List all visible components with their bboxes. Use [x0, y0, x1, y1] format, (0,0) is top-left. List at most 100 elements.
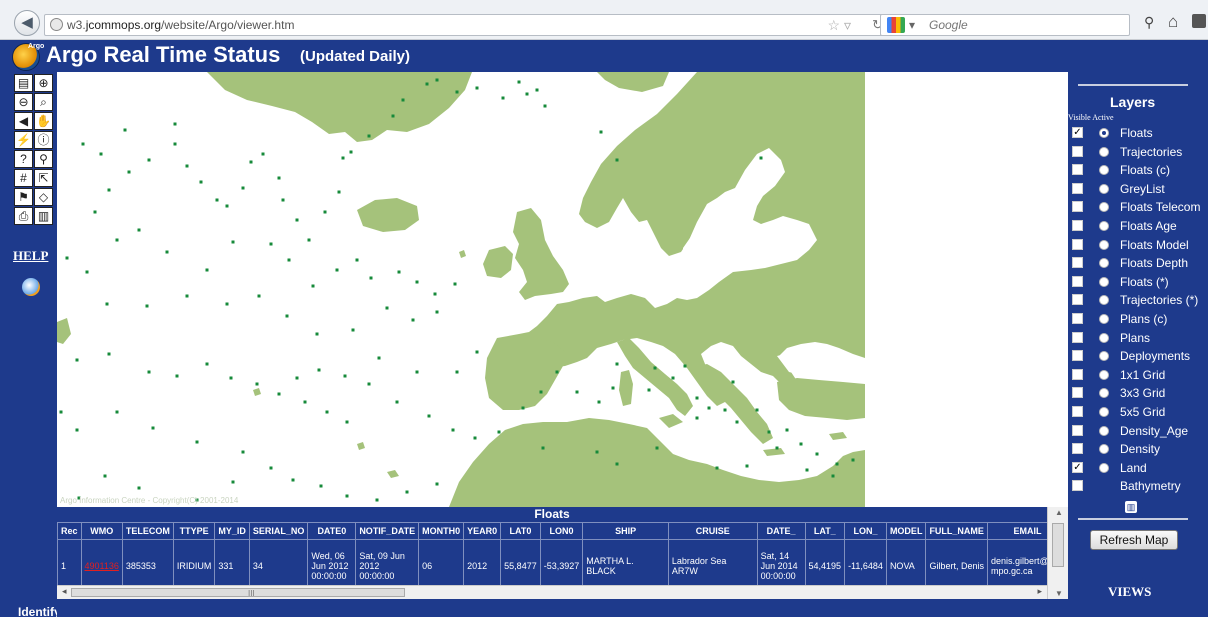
float-marker[interactable]: [285, 314, 289, 318]
float-marker[interactable]: [647, 388, 651, 392]
pan-hand-icon[interactable]: ✋: [34, 112, 53, 130]
layer-active-radio[interactable]: [1099, 444, 1109, 455]
float-marker[interactable]: [655, 446, 659, 450]
float-marker[interactable]: [145, 304, 149, 308]
layer-active-radio[interactable]: [1099, 295, 1109, 306]
float-marker[interactable]: [435, 78, 439, 82]
float-marker[interactable]: [257, 294, 261, 298]
float-marker[interactable]: [123, 128, 127, 132]
layer-active-radio[interactable]: [1099, 221, 1109, 231]
column-header-lat0[interactable]: LAT0: [500, 522, 541, 540]
float-marker[interactable]: [759, 156, 763, 160]
lightning-icon[interactable]: ⚡: [14, 131, 33, 149]
float-marker[interactable]: [295, 376, 299, 380]
layer-active-radio[interactable]: [1099, 146, 1109, 157]
float-marker[interactable]: [455, 370, 459, 374]
float-marker[interactable]: [415, 280, 419, 284]
legend-tool-icon[interactable]: ▤: [14, 74, 33, 92]
float-marker[interactable]: [81, 142, 85, 146]
float-marker[interactable]: [85, 270, 89, 274]
layer-active-radio[interactable]: [1099, 202, 1109, 213]
layer-visible-checkbox[interactable]: [1072, 387, 1083, 399]
float-marker[interactable]: [205, 268, 209, 272]
float-marker[interactable]: [555, 370, 559, 374]
float-marker[interactable]: [173, 142, 177, 146]
float-marker[interactable]: [731, 380, 735, 384]
legend-book-icon[interactable]: ▥: [1125, 501, 1137, 513]
float-marker[interactable]: [501, 96, 505, 100]
float-marker[interactable]: [683, 364, 687, 368]
column-header-serial_no[interactable]: SERIAL_NO: [248, 522, 309, 540]
float-marker[interactable]: [715, 466, 719, 470]
layer-active-radio[interactable]: [1099, 425, 1109, 436]
layer-visible-checkbox[interactable]: [1072, 424, 1083, 436]
float-marker[interactable]: [745, 464, 749, 468]
chevron-down-icon[interactable]: ▾: [909, 15, 915, 35]
float-marker[interactable]: [225, 302, 229, 306]
float-marker[interactable]: [75, 358, 79, 362]
scroll-down-icon[interactable]: ▼: [1055, 589, 1063, 598]
address-bar[interactable]: w3.jcommops.org/website/Argo/viewer.htm …: [44, 14, 892, 36]
layer-visible-checkbox[interactable]: [1072, 350, 1083, 362]
search-icon[interactable]: ⚲: [1144, 14, 1154, 31]
float-marker[interactable]: [147, 370, 151, 374]
float-marker[interactable]: [611, 386, 615, 390]
float-marker[interactable]: [473, 436, 477, 440]
float-marker[interactable]: [107, 188, 111, 192]
layer-visible-checkbox[interactable]: [1072, 145, 1083, 157]
float-marker[interactable]: [115, 238, 119, 242]
map-canvas[interactable]: Argo Information Centre - Copyright(C) 2…: [57, 72, 865, 507]
horizontal-scrollbar[interactable]: ◂ III ▸: [57, 585, 1047, 599]
column-header-date0[interactable]: DATE0: [307, 522, 357, 540]
layer-active-radio[interactable]: [1099, 165, 1109, 176]
float-marker[interactable]: [767, 430, 771, 434]
float-marker[interactable]: [291, 478, 295, 482]
float-marker[interactable]: [151, 426, 155, 430]
float-marker[interactable]: [349, 150, 353, 154]
float-marker[interactable]: [249, 160, 253, 164]
layer-active-radio[interactable]: [1099, 407, 1109, 417]
measure-icon[interactable]: ⚑: [14, 188, 33, 206]
float-marker[interactable]: [369, 276, 373, 280]
layer-active-radio[interactable]: [1099, 462, 1109, 473]
layer-visible-checkbox[interactable]: ✓: [1072, 461, 1083, 473]
float-marker[interactable]: [175, 374, 179, 378]
float-marker[interactable]: [375, 498, 379, 502]
float-marker[interactable]: [805, 468, 809, 472]
float-marker[interactable]: [319, 484, 323, 488]
float-marker[interactable]: [137, 228, 141, 232]
zoom-box-icon[interactable]: ⌕: [34, 93, 53, 111]
float-marker[interactable]: [229, 376, 233, 380]
layer-visible-checkbox[interactable]: [1072, 164, 1083, 176]
layer-visible-checkbox[interactable]: ✓: [1072, 127, 1083, 138]
float-marker[interactable]: [475, 350, 479, 354]
float-marker[interactable]: [103, 474, 107, 478]
float-marker[interactable]: [137, 486, 141, 490]
column-header-date_[interactable]: DATE_: [756, 522, 806, 540]
float-marker[interactable]: [411, 318, 415, 322]
float-marker[interactable]: [497, 430, 501, 434]
float-marker[interactable]: [269, 466, 273, 470]
column-header-telecom[interactable]: TELECOM: [121, 522, 174, 540]
layer-visible-checkbox[interactable]: [1072, 275, 1083, 287]
float-marker[interactable]: [317, 368, 321, 372]
float-marker[interactable]: [453, 282, 457, 286]
float-marker[interactable]: [475, 86, 479, 90]
column-header-lon_[interactable]: LON_: [844, 522, 887, 540]
layer-active-radio[interactable]: [1099, 258, 1109, 269]
float-marker[interactable]: [341, 156, 345, 160]
float-marker[interactable]: [93, 210, 97, 214]
column-header-month0[interactable]: MONTH0: [418, 522, 465, 540]
layer-active-radio[interactable]: [1099, 351, 1109, 362]
float-marker[interactable]: [99, 152, 103, 156]
layer-active-radio[interactable]: [1099, 239, 1109, 250]
back-extent-icon[interactable]: ◀: [14, 112, 33, 130]
float-marker[interactable]: [337, 190, 341, 194]
float-marker[interactable]: [241, 186, 245, 190]
float-marker[interactable]: [615, 462, 619, 466]
layer-visible-checkbox[interactable]: [1072, 201, 1083, 213]
bookmark-star-icon[interactable]: ☆ ▿: [828, 15, 851, 35]
bookmarks-icon[interactable]: [1192, 14, 1206, 28]
layer-active-radio[interactable]: [1099, 332, 1109, 343]
float-marker[interactable]: [231, 240, 235, 244]
